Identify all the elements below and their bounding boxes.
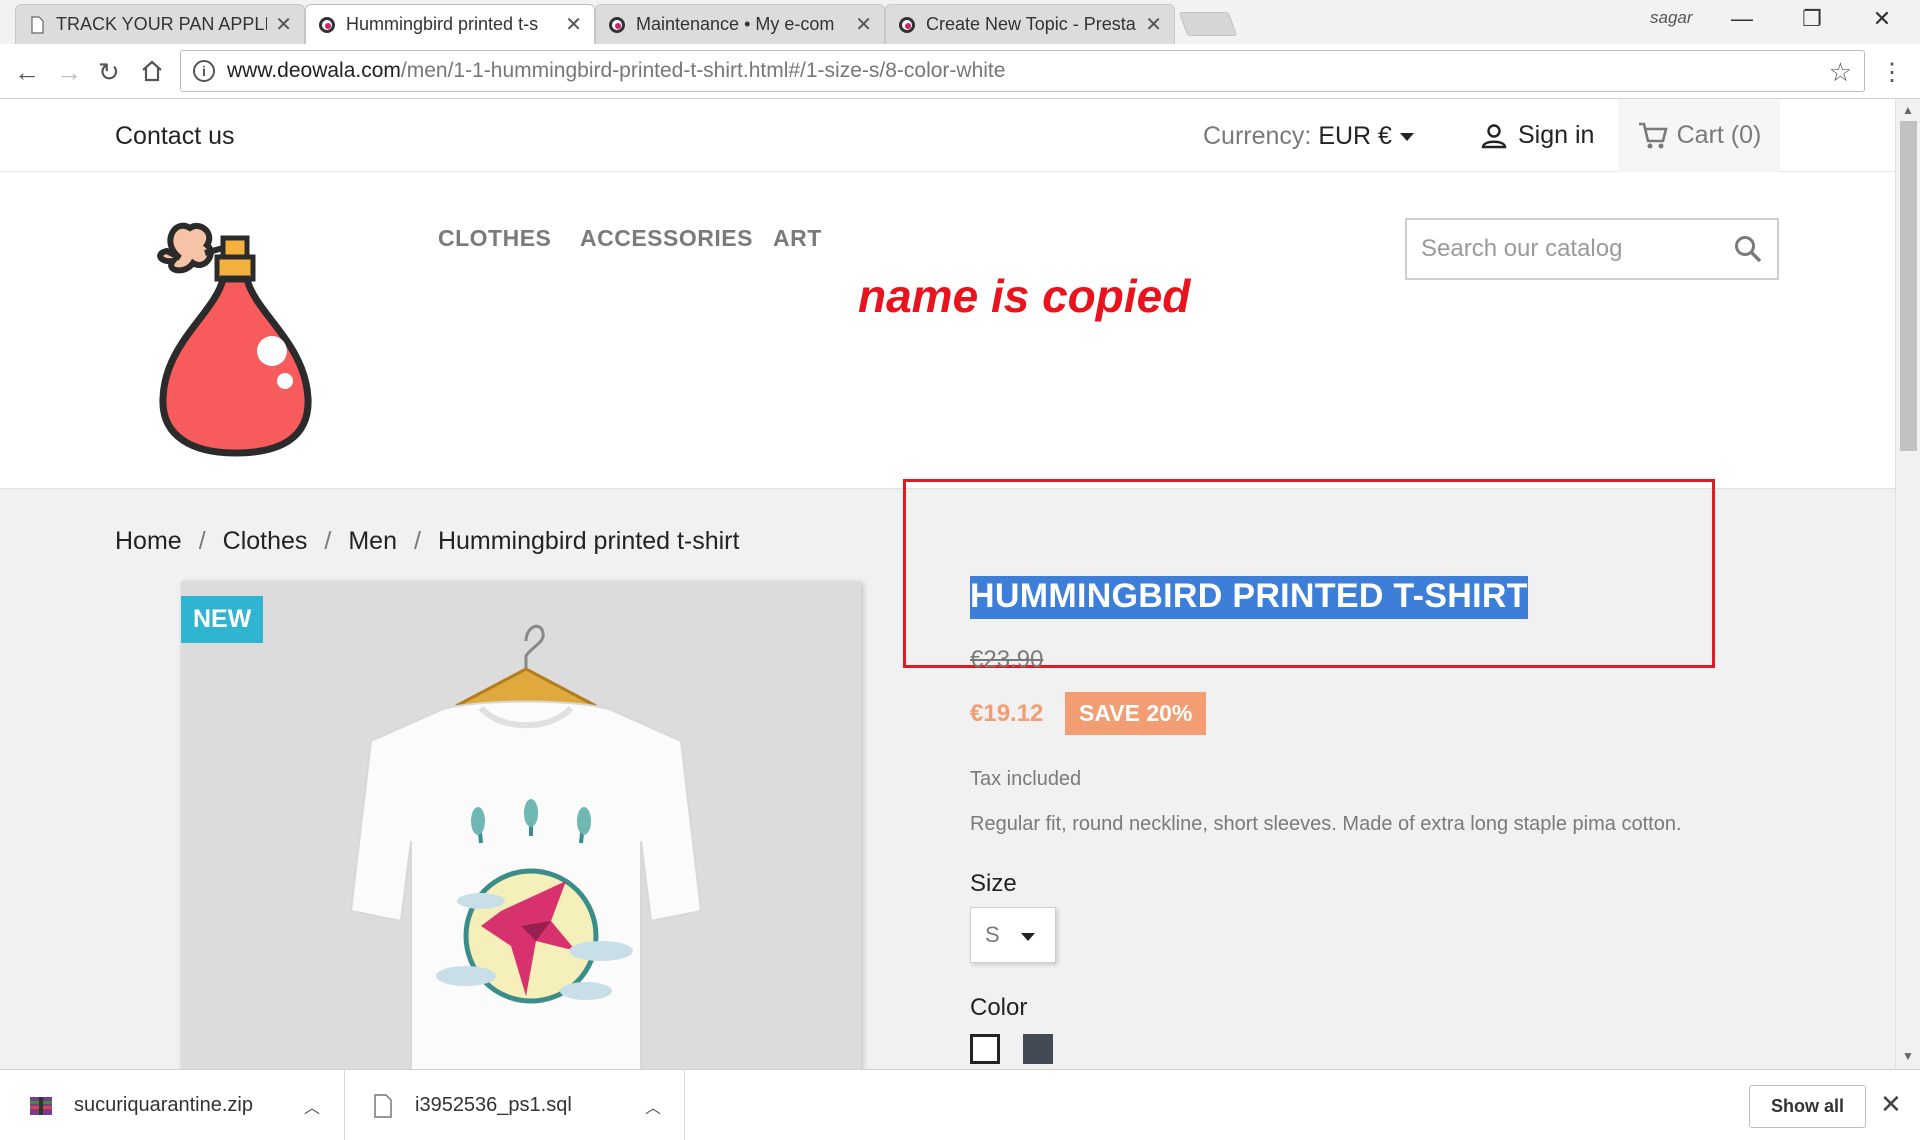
menu-accessories[interactable]: ACCESSORIES — [580, 225, 753, 252]
browser-menu-icon[interactable]: ⋮ — [1880, 58, 1904, 87]
cart-button[interactable]: Cart (0) — [1618, 99, 1780, 172]
browser-tab-active[interactable]: Hummingbird printed t-s ✕ — [305, 4, 595, 44]
downloads-bar: sucuriquarantine.zip ︿ i3952536_ps1.sql … — [0, 1069, 1920, 1140]
browser-tab[interactable]: Create New Topic - Presta ✕ — [885, 4, 1175, 44]
tab-close-icon[interactable]: ✕ — [275, 12, 292, 37]
annotation-text: name is copied — [858, 270, 1191, 322]
breadcrumb-current: Hummingbird printed t-shirt — [437, 527, 740, 555]
chevron-up-icon[interactable]: ︿ — [645, 1094, 661, 1118]
breadcrumb-separator: / — [324, 527, 332, 555]
tab-close-icon[interactable]: ✕ — [1145, 12, 1162, 37]
tab-close-icon[interactable]: ✕ — [565, 12, 582, 37]
scroll-thumb[interactable] — [1900, 121, 1917, 451]
minimize-icon[interactable]: — — [1722, 6, 1762, 32]
download-filename: i3952536_ps1.sql — [415, 1094, 572, 1116]
download-item[interactable]: i3952536_ps1.sql ︿ — [345, 1070, 685, 1140]
prestashop-icon — [319, 16, 335, 33]
url-input[interactable]: i www.deowala.com/men/1-1-hummingbird-pr… — [180, 50, 1865, 92]
currency-selector[interactable]: Currency: EUR € — [1203, 122, 1414, 151]
archive-icon — [30, 1096, 52, 1115]
show-all-button[interactable]: Show all — [1749, 1085, 1866, 1128]
tab-close-icon[interactable]: ✕ — [855, 12, 872, 37]
currency-label: Currency: — [1203, 122, 1312, 150]
site-topbar: Contact us Currency: EUR € Sign in Cart … — [0, 99, 1895, 172]
product-description: Regular fit, round neckline, short sleev… — [970, 813, 1682, 835]
size-label: Size — [970, 870, 1017, 897]
document-icon — [31, 15, 44, 34]
tab-label: Maintenance • My e-com — [636, 14, 835, 34]
size-value: S — [985, 922, 1000, 947]
currency-value: EUR € — [1318, 122, 1392, 150]
color-label: Color — [970, 994, 1028, 1021]
profile-name[interactable]: sagar — [1650, 8, 1693, 28]
regular-price: €23.90 — [970, 646, 1044, 673]
browser-tab-strip: TRACK YOUR PAN APPLIC ✕ Hummingbird prin… — [0, 0, 1920, 44]
product-image[interactable]: NEW — [181, 581, 861, 1069]
current-price: €19.12 — [970, 700, 1044, 727]
page-scrollbar[interactable]: ▲ ▼ — [1895, 99, 1920, 1069]
tshirt-image — [349, 624, 703, 1069]
search-input[interactable]: Search our catalog — [1405, 218, 1779, 280]
color-swatch-gray[interactable] — [1023, 1034, 1053, 1064]
chevron-up-icon[interactable]: ︿ — [304, 1094, 320, 1118]
back-icon[interactable]: ← — [14, 57, 40, 88]
search-icon[interactable] — [1733, 234, 1763, 264]
breadcrumb-home[interactable]: Home — [115, 527, 182, 556]
product-content: Home / Clothes / Men / Hummingbird print… — [0, 479, 1895, 1069]
website: Contact us Currency: EUR € Sign in Cart … — [0, 99, 1895, 1069]
breadcrumb-clothes[interactable]: Clothes — [223, 527, 308, 556]
menu-art[interactable]: ART — [773, 225, 822, 252]
tab-label: TRACK YOUR PAN APPLIC — [56, 14, 268, 34]
signin-link[interactable]: Sign in — [1480, 121, 1594, 150]
tab-label: Hummingbird printed t-s — [346, 14, 539, 34]
url-path: /men/1-1-hummingbird-printed-t-shirt.htm… — [400, 59, 1006, 82]
tab-label: Create New Topic - Presta — [926, 14, 1136, 34]
shopping-cart-icon — [1638, 122, 1668, 148]
home-icon[interactable] — [140, 59, 164, 83]
prestashop-icon — [899, 16, 915, 33]
search-placeholder: Search our catalog — [1421, 235, 1623, 262]
perfume-bottle-logo[interactable] — [145, 213, 330, 458]
new-badge: NEW — [181, 596, 264, 643]
browser-tab[interactable]: Maintenance • My e-com ✕ — [595, 4, 885, 44]
annotation-highlight-box — [903, 479, 1715, 668]
discount-badge: SAVE 20% — [1065, 692, 1207, 735]
breadcrumb-separator: / — [198, 527, 206, 555]
breadcrumb-men[interactable]: Men — [348, 527, 397, 556]
reload-icon[interactable]: ↻ — [98, 57, 120, 88]
menu-clothes[interactable]: CLOTHES — [438, 225, 551, 252]
breadcrumb: Home / Clothes / Men / Hummingbird print… — [115, 527, 739, 556]
tax-info: Tax included — [970, 768, 1082, 790]
caret-down-icon — [1399, 133, 1414, 142]
prestashop-icon — [609, 16, 625, 33]
caret-down-icon — [1021, 933, 1035, 941]
address-bar: ← → ↻ i www.deowala.com/men/1-1-hummingb… — [0, 44, 1920, 99]
file-icon — [374, 1093, 392, 1118]
scroll-down-icon[interactable]: ▼ — [1902, 1049, 1914, 1063]
close-downloads-icon[interactable]: ✕ — [1880, 1089, 1902, 1120]
cart-label: Cart (0) — [1676, 121, 1762, 149]
product-title: HUMMINGBIRD PRINTED T-SHIRT — [970, 576, 1528, 619]
site-header: CLOTHES ACCESSORIES ART Search our catal… — [0, 173, 1895, 488]
site-info-icon[interactable]: i — [193, 60, 215, 82]
close-window-icon[interactable]: ✕ — [1862, 6, 1902, 32]
bookmark-star-icon[interactable]: ☆ — [1829, 57, 1852, 88]
restore-icon[interactable]: ❐ — [1792, 6, 1832, 32]
contact-link[interactable]: Contact us — [115, 122, 235, 151]
browser-tab[interactable]: TRACK YOUR PAN APPLIC ✕ — [15, 4, 305, 44]
new-tab-button[interactable] — [1178, 12, 1238, 36]
breadcrumb-separator: / — [414, 527, 421, 555]
color-swatch-white[interactable] — [970, 1034, 1000, 1064]
scroll-up-icon[interactable]: ▲ — [1902, 103, 1914, 117]
download-filename: sucuriquarantine.zip — [74, 1094, 253, 1116]
download-item[interactable]: sucuriquarantine.zip ︿ — [0, 1070, 345, 1140]
signin-label: Sign in — [1518, 121, 1595, 149]
url-host: www.deowala.com — [227, 59, 401, 82]
user-icon — [1481, 123, 1507, 148]
size-select[interactable]: S — [970, 907, 1056, 963]
forward-icon[interactable]: → — [56, 57, 82, 88]
